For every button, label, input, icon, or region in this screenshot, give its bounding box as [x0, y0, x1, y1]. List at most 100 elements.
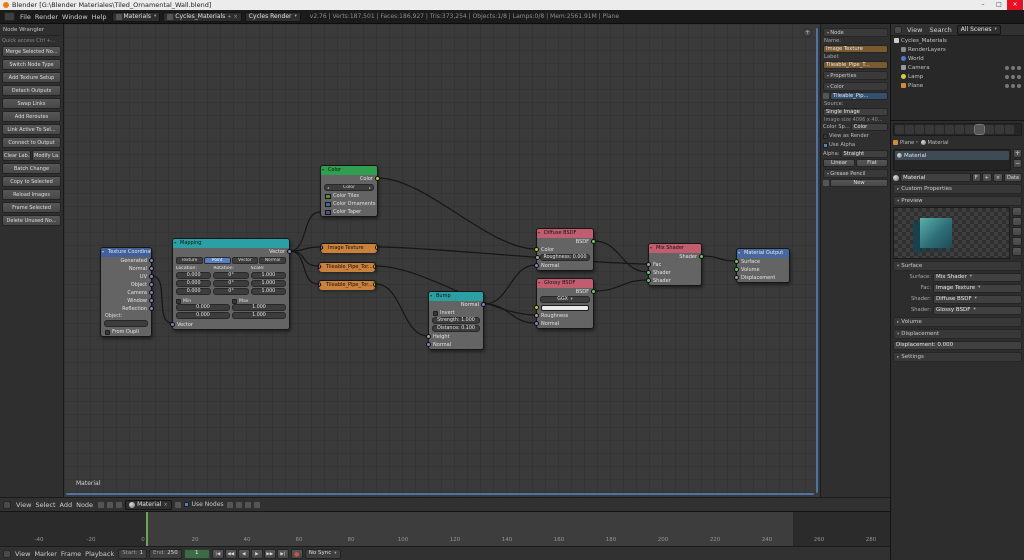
- max-y-field[interactable]: 1.000: [232, 312, 286, 319]
- node-link[interactable]: [378, 178, 536, 249]
- timeline-ruler[interactable]: -40-200204060801001201401601802002202402…: [0, 511, 890, 546]
- region-expand-icon[interactable]: +: [803, 28, 812, 37]
- node-link[interactable]: [152, 276, 172, 323]
- tab-render[interactable]: [895, 125, 904, 134]
- scene-new-icon[interactable]: +: [227, 14, 231, 20]
- minimize-button[interactable]: –: [975, 0, 991, 10]
- input-volume[interactable]: Volume: [737, 266, 789, 274]
- material-browse-icon[interactable]: [893, 175, 899, 181]
- tab-object[interactable]: [935, 125, 944, 134]
- node-mix-shader[interactable]: Mix Shader Shader FacShaderShader: [648, 243, 702, 286]
- transport-button[interactable]: ▶|: [277, 549, 289, 559]
- outliner-item-cycles_materials[interactable]: Cycles_Materials: [891, 36, 1024, 45]
- settings-panel-header[interactable]: ▸Settings: [893, 352, 1022, 362]
- node-link[interactable]: [378, 247, 648, 264]
- input-socket[interactable]: [426, 334, 431, 339]
- new-material-button[interactable]: +: [982, 173, 992, 182]
- restrict-view-icon[interactable]: [1005, 75, 1009, 79]
- toolshelf-button[interactable]: Switch Node Type: [2, 59, 61, 70]
- transport-button[interactable]: ◀◀: [225, 549, 237, 559]
- node-diffuse-bsdf[interactable]: Diffuse BSDF BSDF Color Roughness: 0.000…: [536, 228, 594, 271]
- scale-x-field[interactable]: 1.000: [251, 272, 286, 279]
- properties-panel-header[interactable]: Properties: [823, 71, 888, 80]
- toolshelf-button[interactable]: Add Texture Setup: [2, 72, 61, 83]
- node-header[interactable]: Image Texture: [321, 244, 377, 253]
- max-x-field[interactable]: 1.000: [232, 304, 286, 311]
- input-socket[interactable]: [321, 245, 323, 250]
- node-header[interactable]: Texture Coordinate: [101, 248, 151, 257]
- material-datablock-selector[interactable]: Material ×: [125, 500, 172, 510]
- node-link[interactable]: [290, 251, 318, 284]
- distance-field[interactable]: Distance: 0.100: [432, 325, 480, 332]
- toolshelf-button[interactable]: Link Active To Sel...: [2, 124, 61, 135]
- output-reflection[interactable]: Reflection: [101, 305, 151, 313]
- restrict-render-icon[interactable]: [1017, 84, 1021, 88]
- breadcrumb-material[interactable]: Material: [928, 140, 949, 146]
- input-displacement[interactable]: Displacement: [737, 274, 789, 282]
- input-vector[interactable]: Vector: [173, 321, 289, 329]
- node-header[interactable]: Color: [321, 166, 377, 175]
- output-socket[interactable]: [373, 282, 375, 287]
- output-socket[interactable]: [149, 298, 154, 303]
- outliner-item-plane[interactable]: Plane: [891, 81, 1024, 90]
- menu-node[interactable]: Node: [74, 501, 95, 509]
- node-color-group[interactable]: Color Color ◂ Color ▸ Color TilesColor O…: [320, 165, 378, 217]
- preview-panel-header[interactable]: ▾Preview: [893, 196, 1022, 206]
- location-x-field[interactable]: 0.000: [176, 272, 211, 279]
- output-socket[interactable]: [591, 239, 596, 244]
- surface-row-value[interactable]: Diffuse BSDF▾: [933, 295, 1022, 304]
- output-socket[interactable]: [375, 245, 377, 250]
- node-panel-header[interactable]: Node: [823, 28, 888, 37]
- menu-file[interactable]: File: [18, 13, 33, 21]
- paste-icon[interactable]: [254, 502, 260, 508]
- copy-icon[interactable]: [245, 502, 251, 508]
- scene-delete-icon[interactable]: ×: [234, 14, 238, 20]
- menu-marker[interactable]: Marker: [32, 550, 58, 558]
- node-header[interactable]: Bump: [429, 292, 483, 301]
- output-object[interactable]: Object: [101, 281, 151, 289]
- output-socket[interactable]: [149, 258, 154, 263]
- start-frame-field[interactable]: Start: 1: [118, 549, 147, 559]
- toolshelf-button[interactable]: Clear Lab...: [2, 150, 31, 161]
- restrict-select-icon[interactable]: [1011, 75, 1015, 79]
- displacement-panel-header[interactable]: ▾Displacement: [893, 329, 1022, 339]
- output-socket[interactable]: [149, 274, 154, 279]
- tab-material[interactable]: [975, 125, 984, 134]
- output-bsdf[interactable]: BSDF: [537, 288, 593, 296]
- outliner-item-lamp[interactable]: Lamp: [891, 72, 1024, 81]
- grease-pencil-new-button[interactable]: New: [830, 179, 888, 187]
- output-socket[interactable]: [375, 176, 380, 181]
- view-as-render-checkbox[interactable]: [823, 134, 828, 139]
- output-uv[interactable]: UV: [101, 273, 151, 281]
- node-bump[interactable]: Bump Normal Invert Strength: 1.000 Dista…: [428, 291, 484, 350]
- type-normal-button[interactable]: Normal: [259, 257, 286, 264]
- menu-add[interactable]: Add: [58, 501, 75, 509]
- surface-row-value[interactable]: Glossy BSDF▾: [933, 306, 1022, 315]
- output-window[interactable]: Window: [101, 297, 151, 305]
- display-mode-dropdown[interactable]: All Scenes ▾: [957, 25, 1001, 35]
- render-engine-selector[interactable]: Cycles Render ▾: [245, 12, 301, 22]
- input-shader[interactable]: Shader: [649, 269, 701, 277]
- output-socket[interactable]: [591, 289, 596, 294]
- menu-view[interactable]: View: [905, 26, 924, 34]
- menu-frame[interactable]: Frame: [59, 550, 83, 558]
- toolshelf-button[interactable]: Swap Links: [2, 98, 61, 109]
- use-nodes-checkbox[interactable]: [184, 502, 189, 507]
- unlink-icon[interactable]: ×: [163, 502, 167, 508]
- screen-layout-selector[interactable]: Materials ▾: [112, 12, 161, 22]
- shader-type-object-icon[interactable]: [98, 502, 104, 508]
- scene-selector[interactable]: Cycles_Materials + ×: [163, 12, 241, 22]
- use-alpha-checkbox[interactable]: [823, 143, 828, 148]
- toolshelf-button[interactable]: Copy to Selected: [2, 176, 61, 187]
- fake-user-button[interactable]: F: [972, 173, 981, 182]
- type-point-button[interactable]: Point: [204, 257, 231, 264]
- output-socket[interactable]: [149, 306, 154, 311]
- node-wrangler-panel-header[interactable]: Node Wrangler: [2, 26, 61, 36]
- input-socket[interactable]: [734, 259, 739, 264]
- restrict-render-icon[interactable]: [1017, 75, 1021, 79]
- output-bsdf[interactable]: BSDF: [537, 238, 593, 246]
- color-swatch[interactable]: [325, 202, 331, 207]
- input-color[interactable]: [537, 304, 593, 312]
- alpha-dropdown[interactable]: Straight: [841, 150, 889, 158]
- distribution-dropdown[interactable]: GGX ▾: [540, 296, 590, 303]
